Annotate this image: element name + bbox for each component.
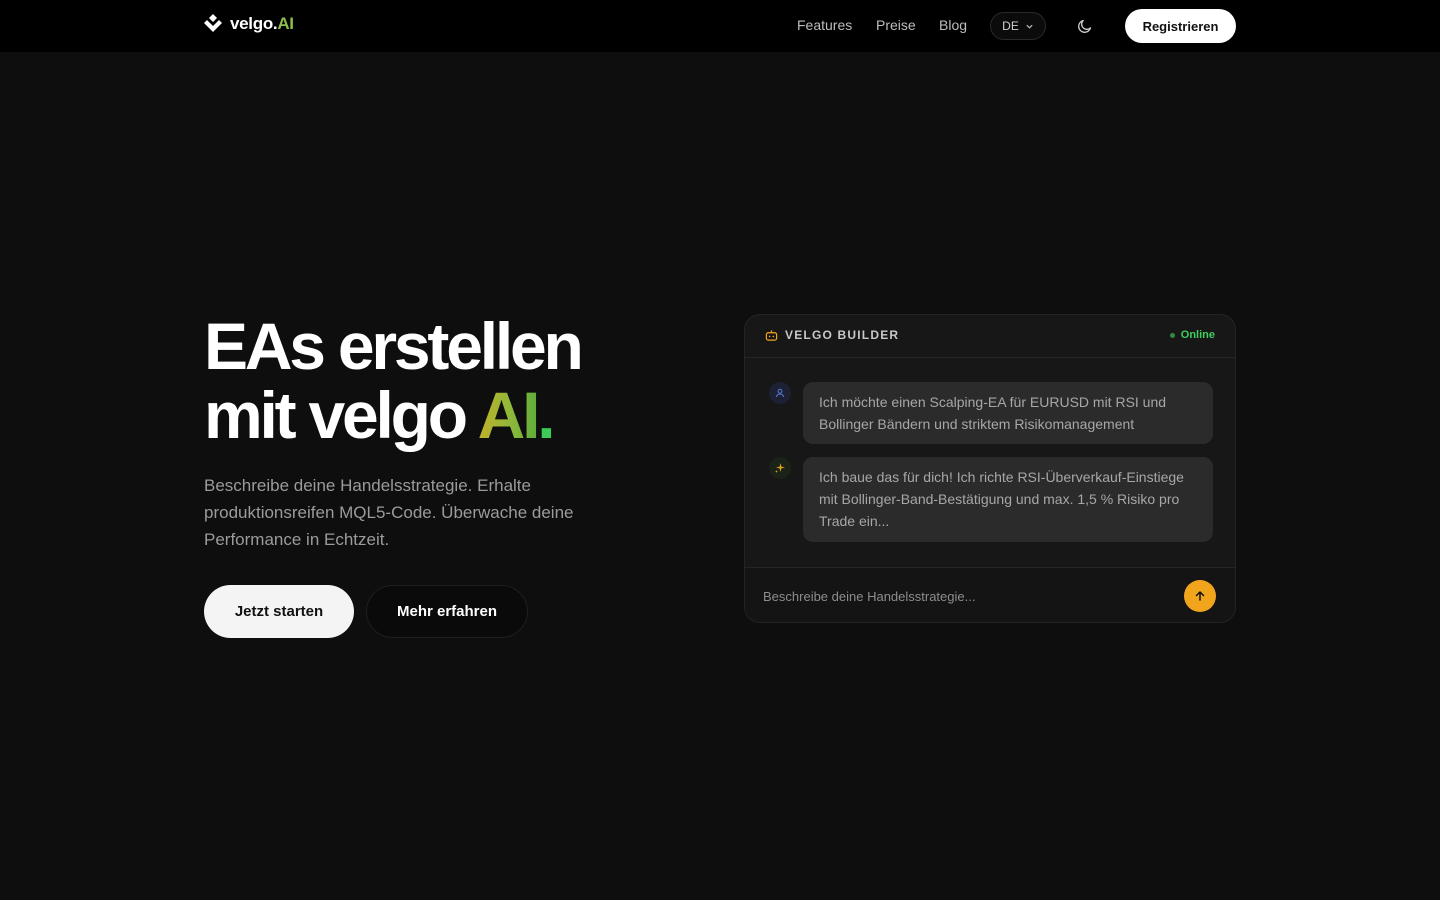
assistant-avatar xyxy=(769,457,791,479)
user-avatar xyxy=(769,382,791,404)
top-navigation: velgo.AI Features Preise Blog DE Registr… xyxy=(0,0,1440,52)
user-icon xyxy=(776,388,784,398)
moon-icon xyxy=(1078,19,1092,33)
chat-header: VELGO BUILDER Online xyxy=(745,315,1235,358)
bot-icon xyxy=(765,330,778,341)
user-message: Ich möchte einen Scalping-EA für EURUSD … xyxy=(803,382,1213,444)
nav-link-preise[interactable]: Preise xyxy=(876,17,916,33)
register-button[interactable]: Registrieren xyxy=(1125,9,1236,43)
strategy-input[interactable] xyxy=(763,582,1163,610)
hero-title-line-2: mit velgo AI. xyxy=(204,378,556,452)
hero-title-line-1: EAs erstellen xyxy=(204,309,584,383)
theme-toggle-button[interactable] xyxy=(1074,15,1096,37)
language-label: DE xyxy=(1002,19,1019,33)
nav-link-features[interactable]: Features xyxy=(797,17,852,33)
chevron-down-icon xyxy=(1026,24,1033,29)
velgo-logo-icon xyxy=(204,14,222,32)
language-selector[interactable]: DE xyxy=(990,12,1046,40)
builder-chat-card: VELGO BUILDER Online Ich möchte einen Sc… xyxy=(744,314,1236,623)
brand-name: velgo.AI xyxy=(230,14,294,33)
online-status: Online xyxy=(1169,329,1215,341)
assistant-message: Ich baue das für dich! Ich richte RSI-Üb… xyxy=(803,457,1213,542)
arrow-up-icon xyxy=(1195,591,1205,601)
send-button[interactable] xyxy=(1184,580,1216,612)
chat-input-bar xyxy=(745,567,1235,622)
get-started-button[interactable]: Jetzt starten xyxy=(204,585,354,638)
hero-title-ai: AI xyxy=(477,378,541,452)
hero-title: EAs erstellen mit velgo AI. xyxy=(204,309,584,452)
chat-title: VELGO BUILDER xyxy=(785,328,900,342)
hero-subtitle: Beschreibe deine Handelsstrategie. Erhal… xyxy=(204,476,574,549)
brand-logo[interactable]: velgo.AI xyxy=(204,14,294,34)
status-dot-icon xyxy=(1169,332,1175,338)
learn-more-button[interactable]: Mehr erfahren xyxy=(366,585,528,638)
nav-link-blog[interactable]: Blog xyxy=(939,17,967,33)
sparkle-icon xyxy=(775,463,785,473)
